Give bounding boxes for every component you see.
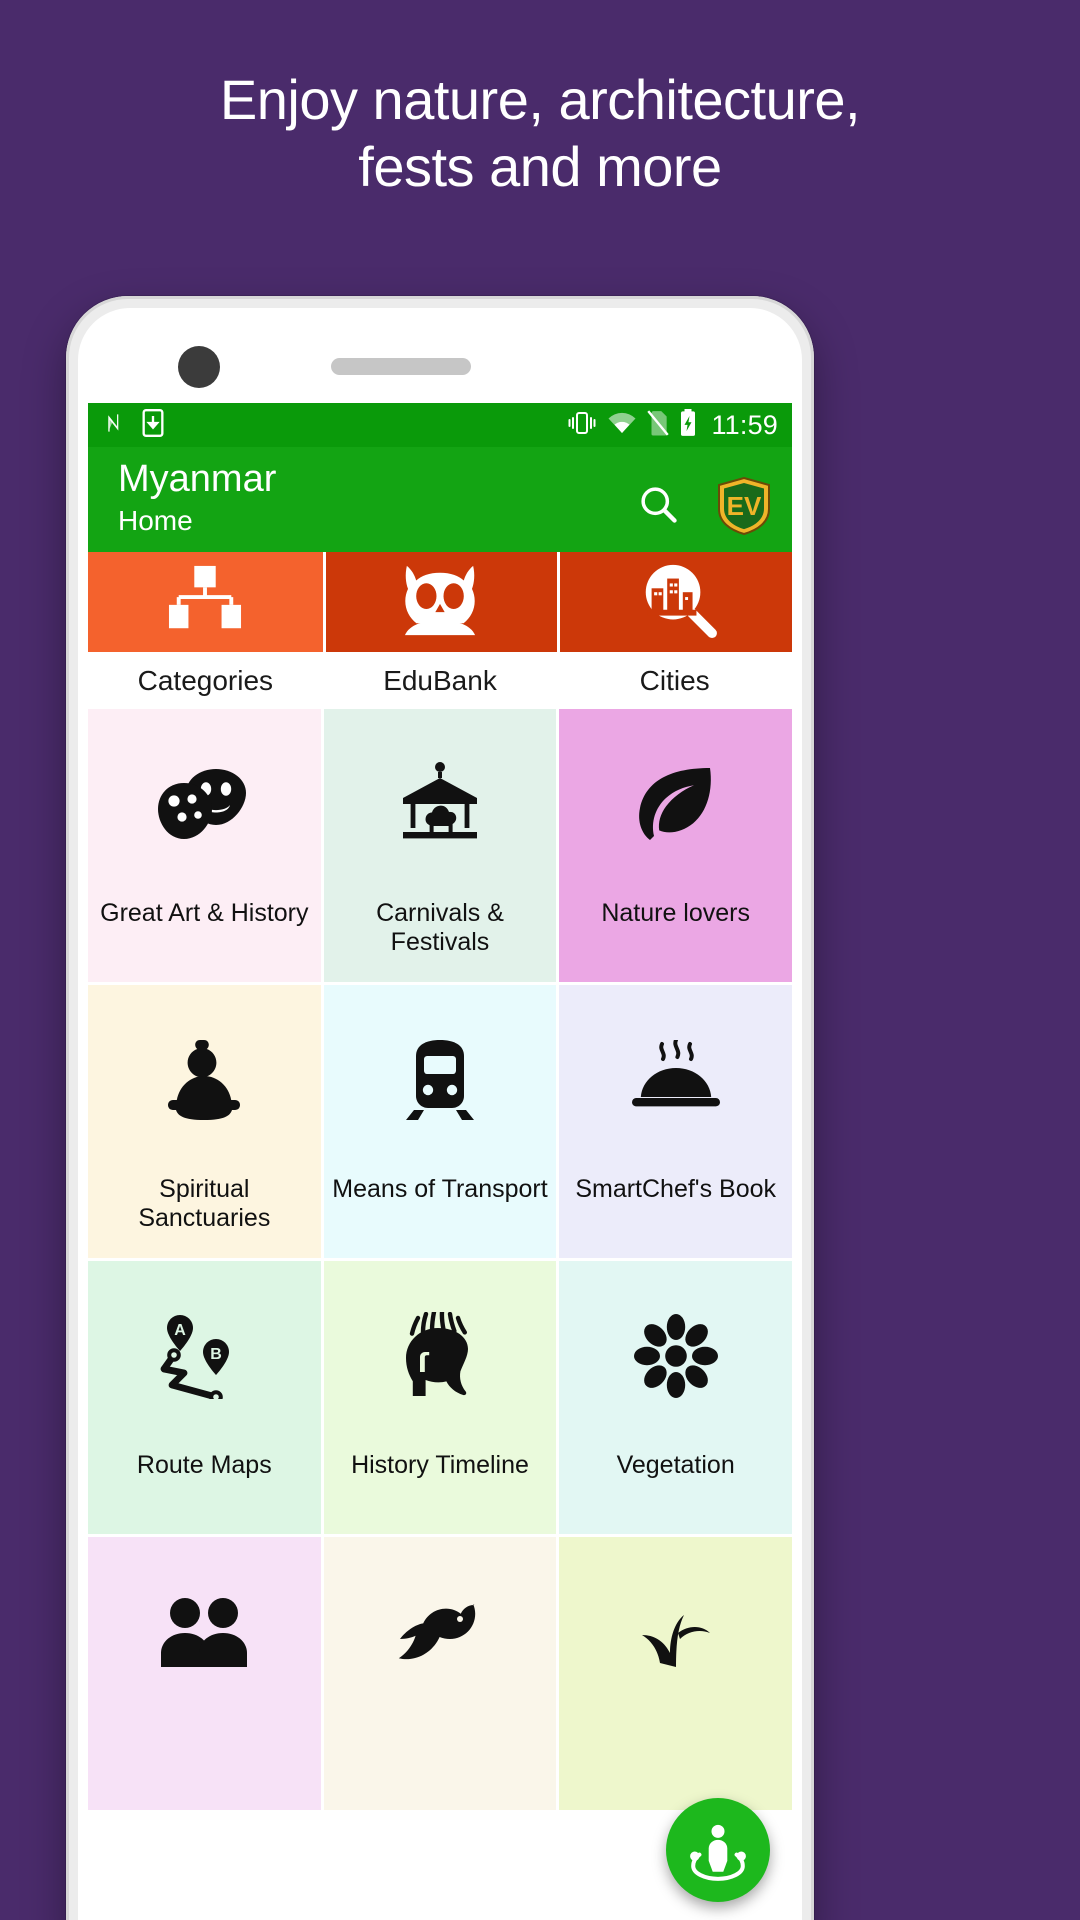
grid-cell-smartchefs-book[interactable]: SmartChef's Book: [559, 985, 792, 1258]
grid-cell-label: SmartChef's Book: [575, 1175, 776, 1203]
tab-label-edubank[interactable]: EduBank: [323, 652, 558, 709]
grid-cell-label: Spiritual Sanctuaries: [138, 1175, 271, 1232]
phone-inner-body: 11:59 Myanmar Home EV Categories EduBank…: [78, 308, 802, 1920]
people-icon: [88, 1537, 321, 1727]
tab-edubank[interactable]: [322, 552, 558, 652]
app-bar-actions: EV: [636, 455, 774, 536]
status-bar-clock: 11:59: [711, 409, 778, 440]
front-camera: [178, 346, 220, 388]
person-network-icon: [690, 1824, 746, 1881]
phone-mockup: 11:59 Myanmar Home EV Categories EduBank…: [66, 296, 814, 1920]
tab-label-categories[interactable]: Categories: [88, 652, 323, 709]
ev-shield-logo[interactable]: EV: [716, 476, 772, 536]
assistant-fab[interactable]: [666, 1798, 770, 1902]
status-bar-left-icons: [104, 408, 164, 442]
spartan-helmet-icon: [324, 1261, 557, 1451]
grid-cell-history-timeline[interactable]: History Timeline: [323, 1261, 557, 1534]
promo-line-1: Enjoy nature, architecture,: [219, 68, 861, 131]
promo-line-2: fests and more: [358, 135, 722, 199]
status-bar-right-icons: 11:59: [567, 408, 778, 442]
phone-screen: 11:59 Myanmar Home EV Categories EduBank…: [88, 403, 792, 1920]
theatre-masks-icon: [88, 709, 321, 899]
grid-cell-great-art-history[interactable]: Great Art & History: [88, 709, 321, 982]
grid-cell-carnivals-festivals[interactable]: Carnivals & Festivals: [323, 709, 557, 982]
city-search-icon: [633, 561, 717, 644]
grid-cell-spiritual-sanctuaries[interactable]: Spiritual Sanctuaries: [88, 985, 321, 1258]
android-n-icon: [104, 410, 130, 441]
grid-cell-route-maps[interactable]: A B Route Maps: [88, 1261, 321, 1534]
bird-icon: [324, 1537, 557, 1727]
grid-cell-label: Great Art & History: [100, 899, 309, 927]
wifi-icon: [607, 411, 637, 440]
buddha-icon: [88, 985, 321, 1175]
grid-cell-label: Carnivals & Festivals: [376, 899, 504, 956]
status-bar: 11:59: [88, 403, 792, 447]
promo-headline: Enjoy nature, architecture, fests and mo…: [0, 66, 1080, 200]
tab-label-row: Categories EduBank Cities: [88, 652, 792, 709]
plant-icon: [559, 1537, 792, 1727]
carousel-icon: [324, 709, 557, 899]
food-cloche-icon: [559, 985, 792, 1175]
train-icon: [324, 985, 557, 1175]
page-subtitle: Home: [118, 505, 193, 537]
route-map-icon: A B: [88, 1261, 321, 1451]
grid-cell-label: Nature lovers: [601, 899, 750, 927]
vibrate-icon: [567, 410, 597, 441]
tab-categories[interactable]: [88, 552, 323, 652]
grid-cell-people[interactable]: [88, 1537, 321, 1810]
grid-cell-bird[interactable]: [323, 1537, 557, 1810]
owl-icon: [397, 561, 483, 644]
search-icon[interactable]: [636, 482, 680, 531]
app-bar: Myanmar Home EV: [88, 447, 792, 552]
tab-cities[interactable]: [557, 552, 792, 652]
svg-text:A: A: [175, 1322, 187, 1339]
tab-bar: [88, 552, 792, 652]
grid-cell-label: Vegetation: [616, 1451, 735, 1479]
page-title: Myanmar: [118, 458, 277, 500]
app-bar-titles: Myanmar Home: [118, 455, 276, 542]
leaf-icon: [559, 709, 792, 899]
flower-icon: [559, 1261, 792, 1451]
earpiece-speaker: [331, 358, 471, 375]
grid-cell-label: Route Maps: [136, 1451, 272, 1479]
grid-cell-vegetation[interactable]: Vegetation: [559, 1261, 792, 1534]
download-icon: [142, 408, 164, 442]
grid-cell-plant[interactable]: [559, 1537, 792, 1810]
category-grid: Great Art & History Carnivals & Festival…: [88, 709, 792, 1810]
sitemap-icon: [166, 563, 244, 642]
grid-cell-label: History Timeline: [351, 1451, 529, 1479]
tab-label-cities[interactable]: Cities: [557, 652, 792, 709]
battery-charging-icon: [679, 408, 697, 442]
grid-cell-nature-lovers[interactable]: Nature lovers: [559, 709, 792, 982]
svg-text:B: B: [211, 1346, 223, 1363]
svg-text:EV: EV: [727, 491, 762, 521]
grid-cell-means-of-transport[interactable]: Means of Transport: [323, 985, 557, 1258]
grid-cell-label: Means of Transport: [332, 1175, 548, 1203]
no-sim-icon: [647, 409, 670, 441]
